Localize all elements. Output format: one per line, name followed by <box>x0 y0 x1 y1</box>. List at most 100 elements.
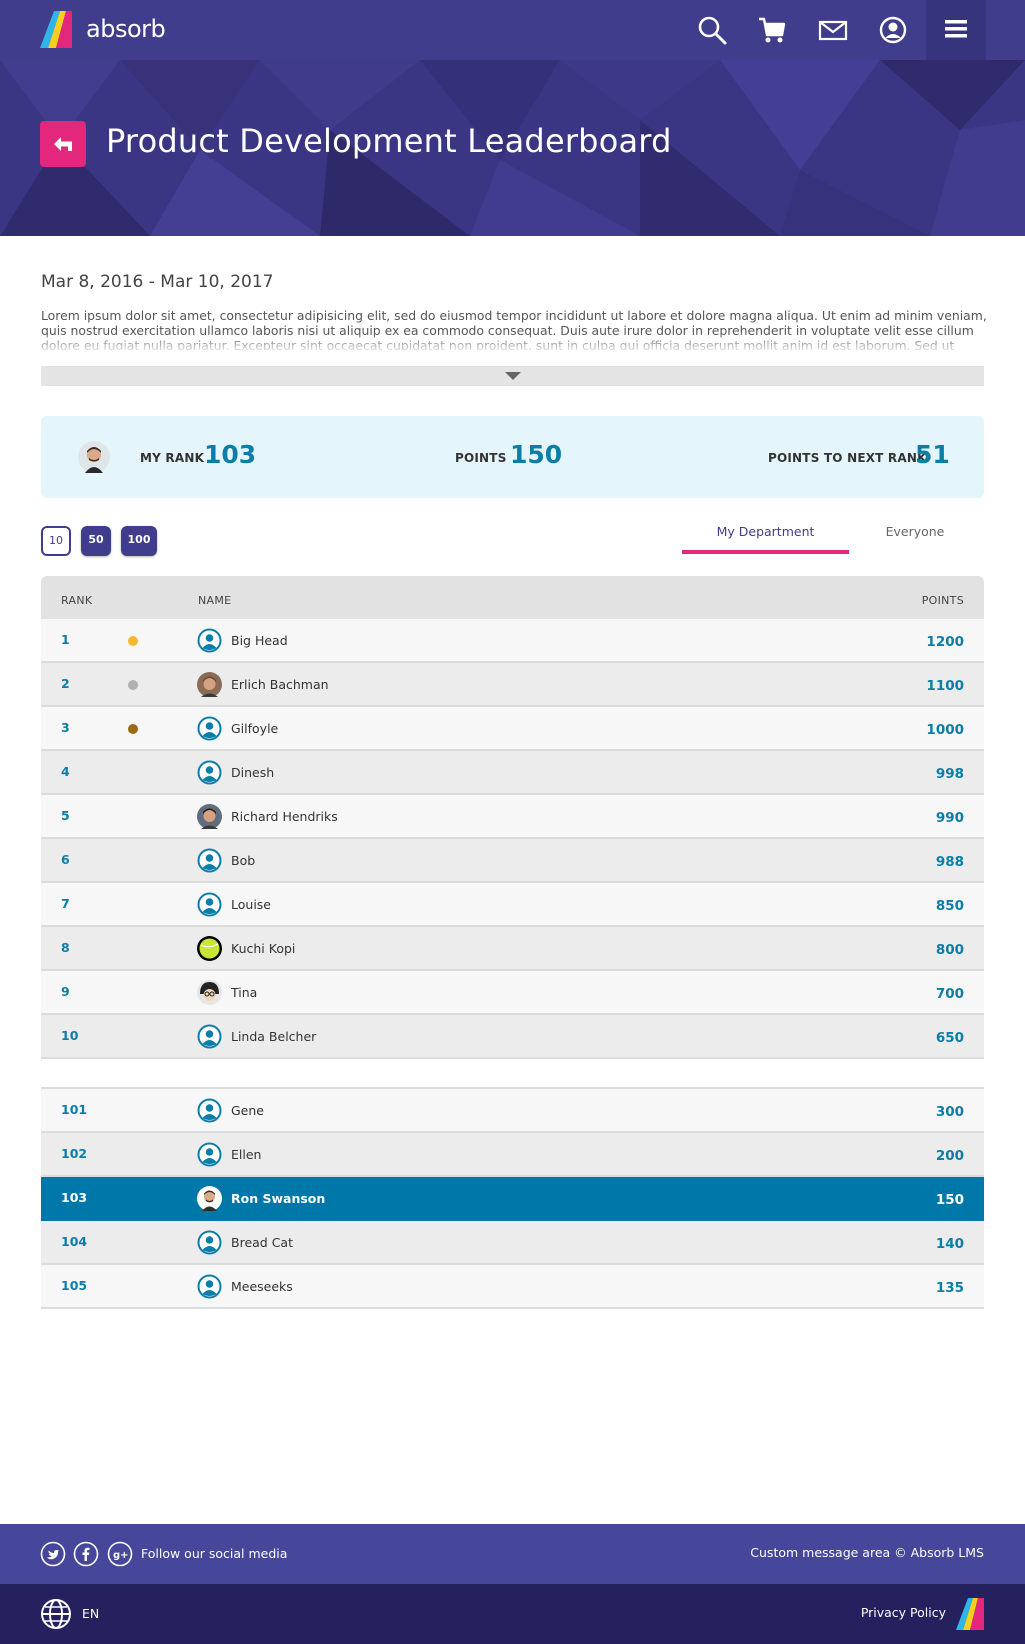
user-name[interactable]: Richard Hendriks <box>231 809 338 824</box>
points-cell: 700 <box>935 986 964 1002</box>
table-row[interactable]: 6 Bob 988 <box>41 839 984 883</box>
rank-cell: 6 <box>61 852 70 867</box>
profile-icon[interactable] <box>876 13 910 47</box>
table-row[interactable]: 105 Meeseeks 135 <box>41 1265 984 1309</box>
default-avatar-icon <box>197 848 222 873</box>
page-title: Product Development Leaderboard <box>106 122 672 160</box>
next-rank-label: POINTS TO NEXT RANK <box>768 451 927 465</box>
back-button[interactable] <box>40 121 86 167</box>
rank-gap-separator <box>41 1059 984 1089</box>
avatar <box>197 1186 222 1211</box>
privacy-policy-link[interactable]: Privacy Policy <box>861 1605 946 1620</box>
user-name[interactable]: Bread Cat <box>231 1235 293 1250</box>
points-cell: 1200 <box>926 634 964 650</box>
default-avatar-icon <box>197 628 222 653</box>
user-name[interactable]: Tina <box>231 985 257 1000</box>
cart-icon[interactable] <box>755 13 789 47</box>
points-cell: 650 <box>935 1030 964 1046</box>
points-cell: 1000 <box>926 722 964 738</box>
default-avatar-icon <box>197 1274 222 1299</box>
rank-cell: 8 <box>61 940 70 955</box>
table-row[interactable]: 102 Ellen 200 <box>41 1133 984 1177</box>
footer-social-bar: g+ Follow our social media Custom messag… <box>0 1524 1025 1584</box>
table-row[interactable]: 3 Gilfoyle 1000 <box>41 707 984 751</box>
points-cell: 988 <box>935 854 964 870</box>
user-name[interactable]: Gilfoyle <box>231 721 278 736</box>
table-row[interactable]: 10 Linda Belcher 650 <box>41 1015 984 1059</box>
points-cell: 990 <box>935 810 964 826</box>
page-size-50-button[interactable]: 50 <box>81 526 111 556</box>
user-name[interactable]: Gene <box>231 1103 264 1118</box>
table-row[interactable]: 4 Dinesh 998 <box>41 751 984 795</box>
back-arrow-icon <box>54 137 72 151</box>
default-avatar-icon <box>197 1230 222 1255</box>
points-cell: 140 <box>935 1236 964 1252</box>
rank-cell: 101 <box>61 1102 88 1117</box>
chevron-down-icon <box>505 372 521 380</box>
default-avatar-icon <box>197 760 222 785</box>
default-avatar-icon <box>197 1024 222 1049</box>
follow-social-text: Follow our social media <box>141 1546 288 1561</box>
tab-my-department[interactable]: My Department <box>682 524 849 554</box>
top-nav-bar: absorb <box>0 0 1025 60</box>
globe-icon[interactable] <box>40 1598 72 1630</box>
user-name[interactable]: Kuchi Kopi <box>231 941 295 956</box>
page-size-10-button[interactable]: 10 <box>41 526 71 556</box>
name-column-header: NAME <box>198 594 232 607</box>
mail-icon[interactable] <box>816 13 850 47</box>
twitter-icon[interactable] <box>40 1541 66 1567</box>
menu-button[interactable] <box>926 0 986 60</box>
points-cell: 150 <box>935 1192 964 1208</box>
table-row[interactable]: 8 Kuchi Kopi 800 <box>41 927 984 971</box>
table-header: RANK NAME POINTS <box>41 576 984 619</box>
bronze-medal-icon <box>128 724 138 734</box>
rank-cell: 4 <box>61 764 70 779</box>
table-row[interactable]: 1 Big Head 1200 <box>41 619 984 663</box>
avatar <box>197 672 222 697</box>
rank-cell: 103 <box>61 1190 88 1205</box>
avatar <box>197 804 222 829</box>
current-user-row[interactable]: 103 Ron Swanson 150 <box>41 1177 984 1221</box>
points-column-header: POINTS <box>921 594 964 607</box>
next-rank-value: 51 <box>915 440 950 469</box>
search-icon[interactable] <box>695 13 729 47</box>
user-name[interactable]: Ron Swanson <box>231 1191 325 1206</box>
points-cell: 1100 <box>926 678 964 694</box>
user-name[interactable]: Bob <box>231 853 255 868</box>
my-rank-label: MY RANK <box>140 451 205 465</box>
rank-cell: 102 <box>61 1146 88 1161</box>
table-row[interactable]: 5 Richard Hendriks 990 <box>41 795 984 839</box>
points-value: 150 <box>510 440 563 469</box>
table-row[interactable]: 104 Bread Cat 140 <box>41 1221 984 1265</box>
top-ranked-rows: 1 Big Head 1200 2 Erlich Bachman 1100 3 Gilfoyl… <box>41 619 984 1059</box>
google-plus-icon[interactable]: g+ <box>107 1541 133 1567</box>
page-size-100-button[interactable]: 100 <box>121 526 157 556</box>
table-row[interactable]: 9 Tina 700 <box>41 971 984 1015</box>
description-fade <box>41 333 987 351</box>
brand-name[interactable]: absorb <box>86 15 166 43</box>
user-name[interactable]: Linda Belcher <box>231 1029 316 1044</box>
nearby-ranked-rows: 101 Gene 300 102 Ellen 200 103 Ron Swanson 150 10… <box>41 1089 984 1309</box>
tab-everyone[interactable]: Everyone <box>850 524 980 554</box>
silver-medal-icon <box>128 680 138 690</box>
points-cell: 300 <box>935 1104 964 1120</box>
facebook-icon[interactable] <box>73 1541 99 1567</box>
user-name[interactable]: Dinesh <box>231 765 274 780</box>
user-name[interactable]: Louise <box>231 897 271 912</box>
language-selector[interactable]: EN <box>82 1606 99 1621</box>
user-name[interactable]: Meeseeks <box>231 1279 293 1294</box>
user-name[interactable]: Big Head <box>231 633 288 648</box>
points-cell: 200 <box>935 1148 964 1164</box>
my-avatar <box>78 441 110 473</box>
user-name[interactable]: Erlich Bachman <box>231 677 329 692</box>
table-row[interactable]: 101 Gene 300 <box>41 1089 984 1133</box>
user-name[interactable]: Ellen <box>231 1147 261 1162</box>
expand-description-button[interactable] <box>41 366 984 386</box>
absorb-logo[interactable] <box>40 11 76 48</box>
default-avatar-icon <box>197 1098 222 1123</box>
rank-cell: 7 <box>61 896 70 911</box>
rank-cell: 1 <box>61 632 70 647</box>
rank-cell: 2 <box>61 676 70 691</box>
table-row[interactable]: 2 Erlich Bachman 1100 <box>41 663 984 707</box>
table-row[interactable]: 7 Louise 850 <box>41 883 984 927</box>
